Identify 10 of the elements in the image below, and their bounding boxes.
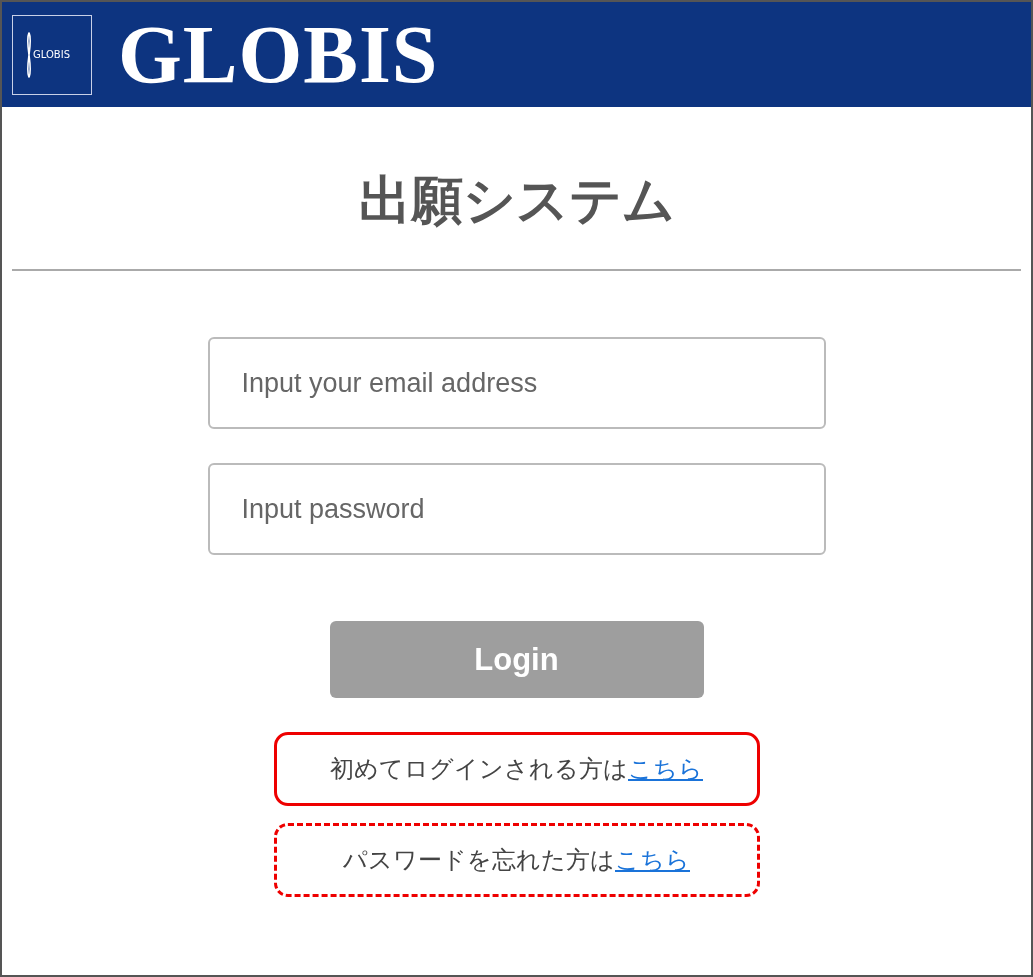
emblem-text: GLOBIS [33,49,70,60]
here-link[interactable]: こちら [628,755,703,784]
login-button[interactable]: Login [329,621,704,699]
note-text: 初めてログインされる方は こちら [330,754,703,786]
brand-logo: GLOBIS [118,13,439,96]
here-link[interactable]: こちら [615,846,690,875]
input-field[interactable]: Input password [207,463,826,556]
input-field[interactable]: Input your email address [207,337,826,430]
note-text: パスワードを忘れた方は こちら [343,845,690,877]
page-title: 出願システム [358,169,675,232]
